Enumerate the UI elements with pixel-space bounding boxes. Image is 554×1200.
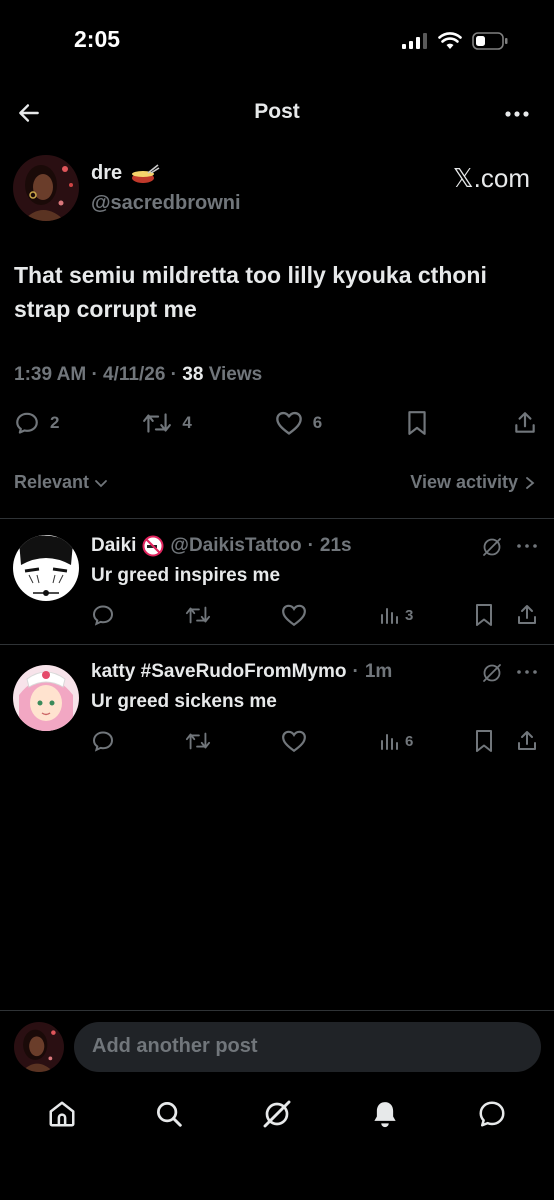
signal-icon <box>402 33 427 49</box>
page-title: Post <box>254 100 300 123</box>
reply-icon <box>92 731 114 752</box>
reply-views-count: 6 <box>405 732 414 750</box>
repost-button[interactable]: 4 <box>142 410 192 436</box>
reply-views-count: 3 <box>405 606 414 624</box>
reply-author-name[interactable]: Daiki <box>91 535 136 557</box>
grok-button[interactable] <box>481 536 503 558</box>
no-smoking-icon <box>142 535 164 557</box>
bookmark-icon <box>476 604 492 626</box>
view-activity-link[interactable]: View activity <box>410 472 536 493</box>
author-name[interactable]: dre <box>91 162 122 185</box>
more-button[interactable] <box>504 104 530 124</box>
share-icon <box>515 412 535 433</box>
reply-item[interactable]: katty #SaveRudoFromMymo · 1m Ur greed si… <box>0 645 554 770</box>
reply-share-button[interactable] <box>515 729 539 753</box>
grok-icon <box>483 664 501 682</box>
views-icon <box>381 608 398 624</box>
reply-more-button[interactable] <box>516 666 538 678</box>
nav-notifications[interactable] <box>370 1099 400 1129</box>
reply-like-button[interactable] <box>281 729 307 753</box>
reply-bookmark-button[interactable] <box>473 729 495 753</box>
reply-reply-button[interactable] <box>91 729 115 753</box>
reply-avatar[interactable] <box>13 535 79 601</box>
grok-icon <box>263 1100 291 1128</box>
bookmark-icon <box>408 411 426 435</box>
reply-more-button[interactable] <box>516 540 538 552</box>
like-icon <box>282 730 306 753</box>
nav-grok[interactable] <box>261 1098 293 1130</box>
notifications-icon <box>374 1102 396 1128</box>
reply-like-button[interactable] <box>281 603 307 627</box>
views-count: 38 <box>182 364 204 385</box>
sort-label: Relevant <box>14 472 90 492</box>
reply-time: 21s <box>319 535 352 556</box>
post-time: 1:39 AM <box>14 364 87 385</box>
home-icon <box>49 1101 75 1127</box>
like-icon <box>275 411 302 435</box>
battery-icon <box>472 32 508 50</box>
compose-placeholder: Add another post <box>92 1035 258 1057</box>
post-meta: 1:39 AM · 4/11/26 · 38 Views <box>14 364 263 385</box>
grok-icon <box>483 538 501 556</box>
fondue-emoji-icon <box>132 163 160 183</box>
more-icon <box>517 544 537 548</box>
reply-author-handle[interactable]: @DaikisTattoo <box>170 535 301 557</box>
divider <box>0 1010 554 1011</box>
reply-button[interactable]: 2 <box>14 410 59 436</box>
reply-share-button[interactable] <box>515 603 539 627</box>
reply-count: 2 <box>50 413 60 432</box>
reply-icon <box>92 605 114 626</box>
bottom-nav <box>0 1098 554 1130</box>
like-icon <box>282 604 306 627</box>
like-count: 6 <box>312 413 323 432</box>
like-button[interactable]: 6 <box>275 410 322 436</box>
bookmark-icon <box>476 730 492 752</box>
reply-reply-button[interactable] <box>91 603 115 627</box>
post-actions: 2 4 6 <box>14 410 538 436</box>
author-handle[interactable]: @sacredbrowni <box>91 192 241 215</box>
nav-search[interactable] <box>154 1099 184 1129</box>
repost-count: 4 <box>182 413 192 432</box>
nav-home[interactable] <box>47 1099 77 1129</box>
views-icon <box>381 734 398 750</box>
bookmark-button[interactable] <box>405 410 429 436</box>
wifi-icon <box>438 32 462 49</box>
reply-views-button[interactable]: 6 <box>379 731 413 751</box>
reply-avatar[interactable] <box>13 665 79 731</box>
chevron-down-icon <box>95 479 107 487</box>
reply-repost-button[interactable] <box>185 603 211 627</box>
sort-dropdown[interactable]: Relevant <box>14 472 109 493</box>
source-badge: 𝕏.com <box>452 163 530 193</box>
compose-avatar[interactable] <box>14 1022 64 1072</box>
share-icon <box>518 731 536 750</box>
messages-icon <box>479 1101 505 1127</box>
reply-icon <box>16 412 38 434</box>
more-icon <box>517 670 537 674</box>
reply-text: Ur greed sickens me <box>91 691 277 712</box>
repost-icon <box>143 413 172 433</box>
reply-author-name[interactable]: katty #SaveRudoFromMymo <box>91 661 347 683</box>
reply-repost-button[interactable] <box>185 729 211 753</box>
reply-bookmark-button[interactable] <box>473 603 495 627</box>
post-text: That semiu mildretta too lilly kyouka ct… <box>14 262 487 322</box>
nav-messages[interactable] <box>477 1099 507 1129</box>
reply-time: 1m <box>364 661 393 682</box>
search-icon <box>156 1102 182 1127</box>
status-time: 2:05 <box>74 26 121 52</box>
repost-icon <box>185 732 211 750</box>
more-icon <box>505 111 529 117</box>
grok-button[interactable] <box>481 662 503 684</box>
views-label: Views <box>208 364 263 385</box>
author-avatar[interactable] <box>13 155 79 221</box>
reply-views-button[interactable]: 3 <box>379 605 413 625</box>
share-icon <box>518 605 536 624</box>
status-icons <box>402 32 508 50</box>
share-button[interactable] <box>512 410 538 436</box>
post-date: 4/11/26 <box>103 364 166 385</box>
reply-item[interactable]: Daiki @DaikisTattoo · 21s Ur greed inspi… <box>0 519 554 644</box>
reply-text: Ur greed inspires me <box>91 565 281 586</box>
repost-icon <box>185 606 211 624</box>
view-activity-label: View activity <box>410 472 518 492</box>
chevron-right-icon <box>526 476 535 489</box>
